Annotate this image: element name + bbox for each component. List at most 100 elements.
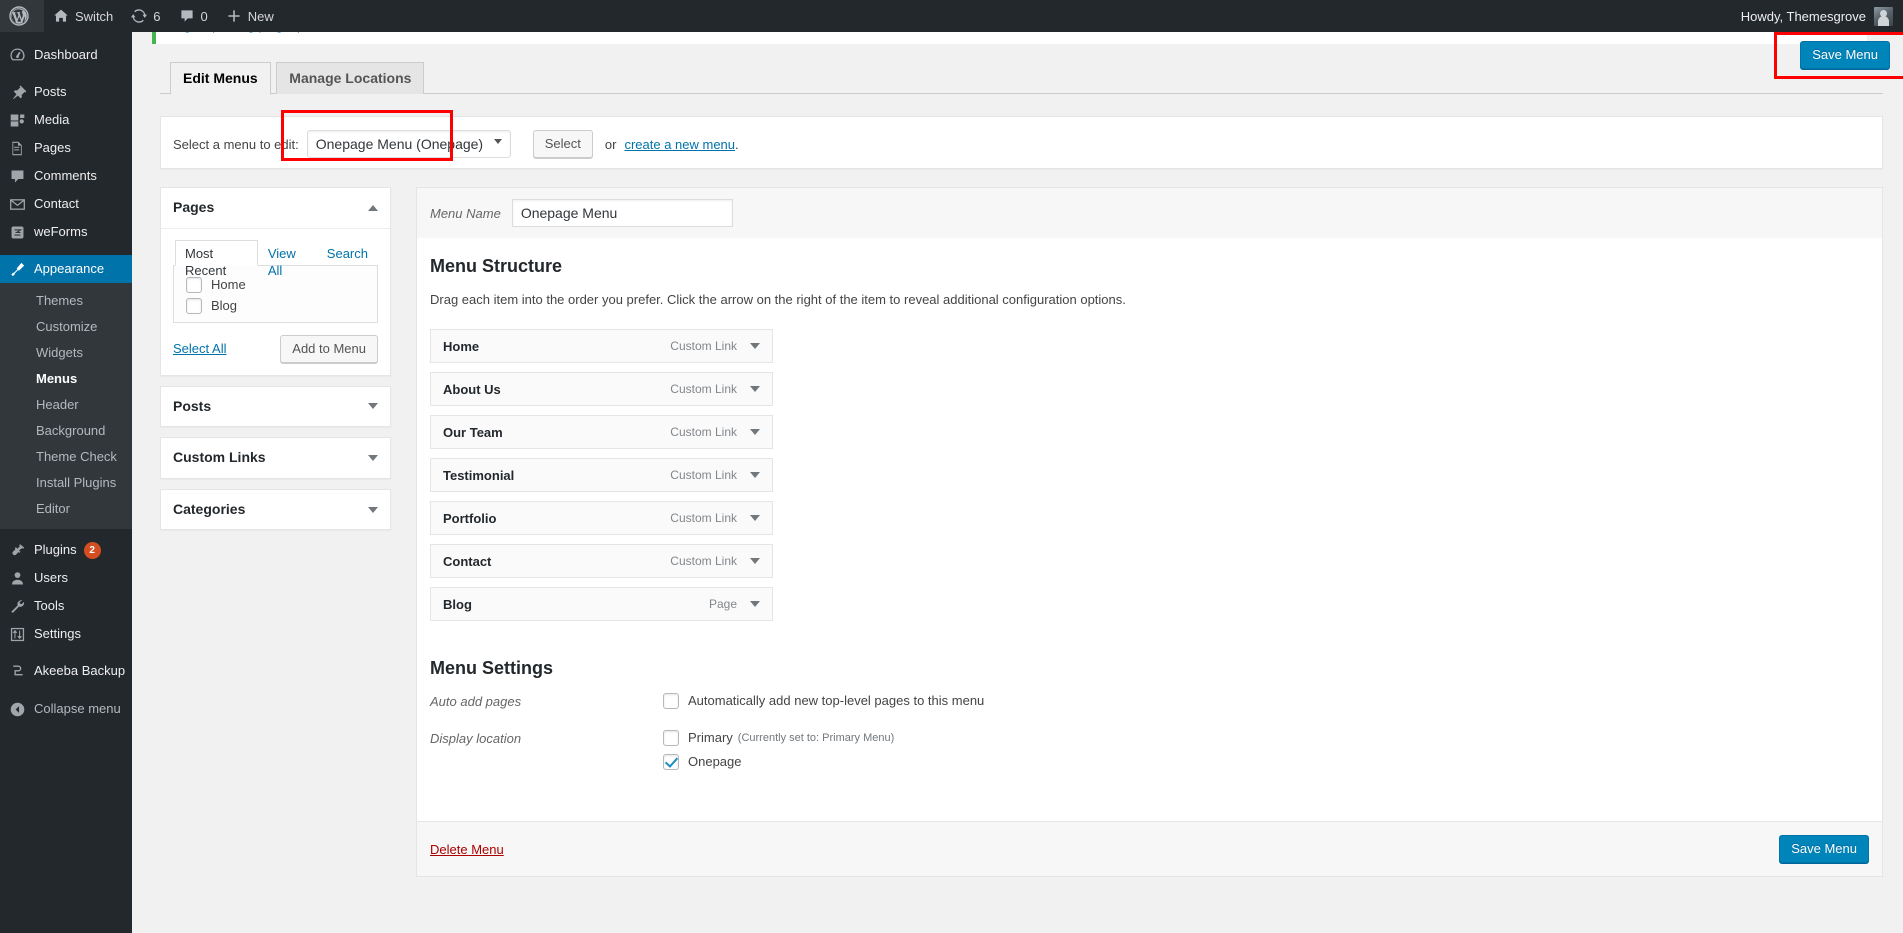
sidebar-item-plugins[interactable]: Plugins 2 [0,536,132,564]
plug-icon [0,536,34,564]
pages-tab-search[interactable]: Search [317,240,378,266]
save-menu-button-top[interactable]: Save Menu [1800,41,1890,69]
menu-edit-area: Pages Most Recent View All Search Ho [160,187,1883,895]
page-checkbox-blog[interactable] [186,298,202,314]
location-checkbox-row-primary[interactable]: Primary (Currently set to: Primary Menu) [663,730,1869,746]
adminbar-my-account[interactable]: Howdy, Themesgrove [1741,0,1903,32]
pages-tab-view-all[interactable]: View All [258,240,317,266]
submenu-item-header[interactable]: Header [0,392,132,418]
adminbar-comments[interactable]: 0 [170,0,217,32]
submenu-item-widgets[interactable]: Widgets [0,340,132,366]
menu-item-contact[interactable]: Contact Custom Link [430,544,773,578]
chevron-down-icon[interactable] [750,515,760,521]
save-menu-button-bottom[interactable]: Save Menu [1779,835,1869,863]
create-new-menu-link[interactable]: create a new menu [624,137,735,152]
sidebar-item-tools[interactable]: Tools [0,592,132,620]
list-item[interactable]: Home [186,277,365,293]
sidebar-item-comments[interactable]: Comments [0,162,132,190]
menu-select-dropdown[interactable]: Onepage Menu (Onepage) [307,130,511,158]
or-text: or [605,137,617,152]
submenu-item-install-plugins[interactable]: Install Plugins [0,470,132,496]
delete-menu-link[interactable]: Delete Menu [430,842,504,857]
menu-item-blog[interactable]: Blog Page [430,587,773,621]
postbox-custom-links-header[interactable]: Custom Links [161,438,390,478]
sidebar-item-label: Posts [34,83,67,101]
tab-edit-menus[interactable]: Edit Menus [170,62,271,95]
menu-item-our-team[interactable]: Our Team Custom Link [430,415,773,449]
auto-add-pages-checkbox[interactable] [663,693,679,709]
menu-item-portfolio[interactable]: Portfolio Custom Link [430,501,773,535]
postbox-custom-links: Custom Links [160,437,391,479]
sidebar-item-akeeba-backup[interactable]: Akeeba Backup [0,657,132,685]
sidebar-item-label: Akeeba Backup [34,662,125,680]
drag-help-text: Drag each item into the order you prefer… [430,292,1869,307]
submenu-item-label: Widgets [36,345,83,360]
sidebar-item-users[interactable]: Users [0,564,132,592]
chevron-down-icon[interactable] [368,403,378,409]
adminbar-new-content[interactable]: New [217,0,283,32]
wrench-icon [0,592,34,620]
menu-name-input[interactable] [512,199,733,227]
postbox-pages-header[interactable]: Pages [161,188,390,229]
adminbar-site-name[interactable]: Switch [44,0,122,32]
chevron-down-icon[interactable] [750,343,760,349]
location-checkbox-row-onepage[interactable]: Onepage [663,754,1869,770]
sidebar-item-pages[interactable]: Pages [0,134,132,162]
chevron-down-icon[interactable] [750,601,760,607]
notice-begin-updating-link[interactable]: Begin updating plugin [168,32,293,33]
auto-add-pages-checkbox-row[interactable]: Automatically add new top-level pages to… [663,693,1869,709]
sidebar-item-settings[interactable]: Settings [0,620,132,648]
location-checkbox-primary[interactable] [663,730,679,746]
menu-item-home[interactable]: Home Custom Link [430,329,773,363]
submenu-item-themes[interactable]: Themes [0,288,132,314]
collapse-menu-button[interactable]: Collapse menu [0,695,132,723]
submenu-item-theme-check[interactable]: Theme Check [0,444,132,470]
sidebar-item-label: Dashboard [34,46,98,64]
submenu-item-editor[interactable]: Editor [0,496,132,522]
chevron-up-icon[interactable] [368,205,378,211]
sidebar-item-appearance[interactable]: Appearance [0,255,132,283]
chevron-down-icon[interactable] [368,507,378,513]
menu-item-title: Contact [443,554,491,569]
adminbar-howdy-label: Howdy, Themesgrove [1741,9,1866,24]
postbox-custom-links-title: Custom Links [173,448,266,468]
media-icon [0,106,34,134]
sidebar-item-dashboard[interactable]: Dashboard [0,41,132,69]
menu-item-about-us[interactable]: About Us Custom Link [430,372,773,406]
submenu-item-menus[interactable]: Menus [0,366,132,392]
adminbar-updates[interactable]: 6 [122,0,169,32]
menu-item-testimonial[interactable]: Testimonial Custom Link [430,458,773,492]
chevron-down-icon[interactable] [750,386,760,392]
sidebar-item-weforms[interactable]: weForms [0,218,132,246]
menu-items-list: Home Custom Link About Us Custom Link [430,329,1869,621]
sidebar-item-contact[interactable]: Contact [0,190,132,218]
tab-manage-locations[interactable]: Manage Locations [276,62,424,94]
pages-tab-most-recent[interactable]: Most Recent [175,240,258,266]
adminbar-new-label: New [248,9,274,24]
chevron-down-icon[interactable] [750,558,760,564]
chevron-down-icon[interactable] [368,455,378,461]
sidebar-separator [0,246,132,255]
location-note-primary: (Currently set to: Primary Menu) [738,732,894,744]
add-to-menu-button[interactable]: Add to Menu [280,335,378,363]
postbox-posts-title: Posts [173,397,211,417]
menu-item-meta: Custom Link [670,554,760,568]
postbox-posts-header[interactable]: Posts [161,387,390,427]
submenu-item-background[interactable]: Background [0,418,132,444]
page-checkbox-home[interactable] [186,277,202,293]
sidebar-item-media[interactable]: Media [0,106,132,134]
notice-dismiss-link[interactable]: Dismiss this notice [304,32,412,33]
location-checkbox-onepage[interactable] [663,754,679,770]
submenu-item-label: Themes [36,293,83,308]
sidebar-item-posts[interactable]: Posts [0,78,132,106]
postbox-categories-header[interactable]: Categories [161,490,390,530]
chevron-down-icon[interactable] [750,429,760,435]
select-all-link[interactable]: Select All [173,341,226,356]
wordpress-logo-button[interactable] [0,0,44,32]
list-item[interactable]: Blog [186,298,365,314]
menu-item-meta: Custom Link [670,425,760,439]
admin-notice: Begin updating plugin | Dismiss this not… [152,32,1867,44]
select-menu-button[interactable]: Select [533,130,593,158]
chevron-down-icon[interactable] [750,472,760,478]
submenu-item-customize[interactable]: Customize [0,314,132,340]
